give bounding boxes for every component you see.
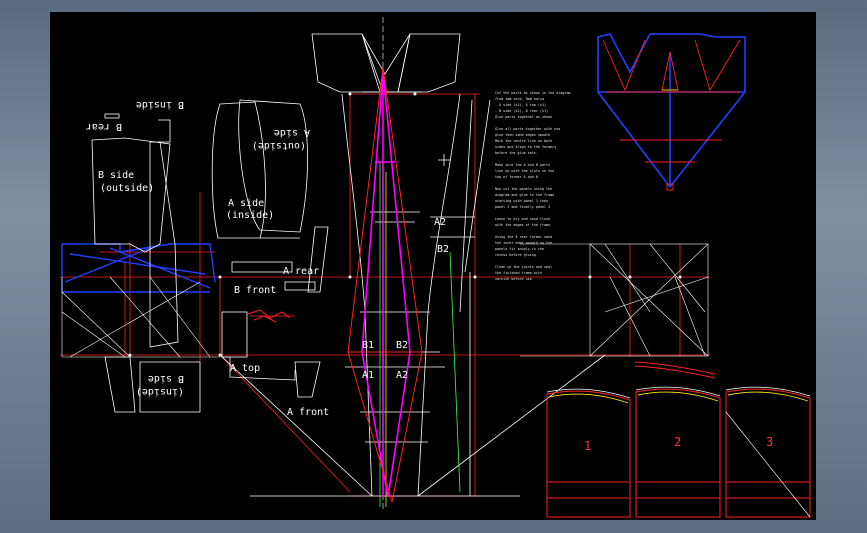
red-diamond xyxy=(347,66,423,503)
left-former-outline xyxy=(61,243,216,293)
panel-set: 1 2 3 xyxy=(546,386,811,518)
note-line: varnish before use. xyxy=(495,277,534,281)
blueprint-drawing: B rear B inside B side (outside) B side … xyxy=(60,17,811,518)
rudder-red xyxy=(602,39,741,191)
label-a-rear: A rear xyxy=(283,266,319,277)
note-line: Leave to dry and sand flush xyxy=(495,217,550,221)
label-b2-upper: B2 xyxy=(437,244,449,255)
note-line: line up with the slots in the xyxy=(495,169,554,173)
note-line: Cut the parts as shown in the diagram xyxy=(495,91,571,95)
label-a2-upper: A2 xyxy=(434,217,446,228)
note-line: - B side (x2), B rear (x1) xyxy=(495,109,548,113)
notes-block: Cut the parts as shown in the diagram fro… xyxy=(495,91,571,281)
label-b-side-outside-1: B side xyxy=(98,170,134,181)
note-line: with the edges of the frame xyxy=(495,223,550,227)
label-a2: A2 xyxy=(396,370,408,381)
panel-2-label: 2 xyxy=(674,435,681,449)
part-b-side-outside xyxy=(91,137,171,253)
note-line: Glue all parts together with pva xyxy=(495,127,560,131)
curved-strip xyxy=(634,361,716,379)
note-line: - A side (x2), A top (x1) xyxy=(495,103,546,107)
label-b1: B1 xyxy=(362,340,374,351)
label-a1: A1 xyxy=(362,370,374,381)
note-line: top of former A and B xyxy=(495,175,538,179)
panel-1-label: 1 xyxy=(584,439,591,453)
label-a-side-outside-1: A side xyxy=(274,127,310,138)
note-line: Clean up the joints and seal xyxy=(495,265,552,269)
note-line: Mark the centre line on both xyxy=(495,139,552,143)
label-a-front: A front xyxy=(287,407,329,418)
label-a-side-inside-1: A side xyxy=(228,198,264,209)
label-b-front: B front xyxy=(234,285,276,296)
label-b-side-inside-2: (inside) xyxy=(136,386,184,397)
note-line: before the glue sets. xyxy=(495,151,538,155)
panel-1 xyxy=(546,390,631,518)
note-line: starting with panel 1 then xyxy=(495,199,548,203)
label-a-top: A top xyxy=(230,363,260,374)
label-b-side-outside-2: (outside) xyxy=(100,183,154,194)
label-a-side-inside-2: (inside) xyxy=(226,210,274,221)
label-b-rear: B rear xyxy=(86,121,122,132)
note-line: recess before gluing xyxy=(495,253,536,257)
label-b2: B2 xyxy=(396,340,408,351)
panel-2 xyxy=(635,388,721,518)
left-frame-lines xyxy=(61,276,220,358)
label-a-side-outside-2: (outside) xyxy=(252,140,306,151)
label-b-side-inside-1: B side xyxy=(148,373,184,384)
note-line: the inner edge smooth so the xyxy=(495,241,552,245)
note-line: Glue parts together as shown xyxy=(495,115,552,119)
red-guide-lines xyxy=(60,93,710,497)
note-line: the finished frame with xyxy=(495,271,542,275)
note-line: diagram and glue to the frame xyxy=(495,193,554,197)
note-line: glue then sand edges smooth xyxy=(495,133,550,137)
note-line: Make sure the A and B parts xyxy=(495,163,550,167)
note-line: Using the A rear former sand xyxy=(495,235,552,239)
label-b-inside-top: B inside xyxy=(136,99,184,110)
note-line: from 1mm card, 3mm balsa xyxy=(495,97,544,101)
panel-3-label: 3 xyxy=(766,435,773,449)
note-line: sides and align to the formers xyxy=(495,145,556,149)
note-line: Now cut the panels using the xyxy=(495,187,552,191)
cad-drawing-canvas[interactable]: B rear B inside B side (outside) B side … xyxy=(50,12,816,520)
panel-3 xyxy=(725,388,811,518)
note-line: panel 2 and finally panel 3 xyxy=(495,205,550,209)
note-line: panels fit snugly in the xyxy=(495,247,544,251)
